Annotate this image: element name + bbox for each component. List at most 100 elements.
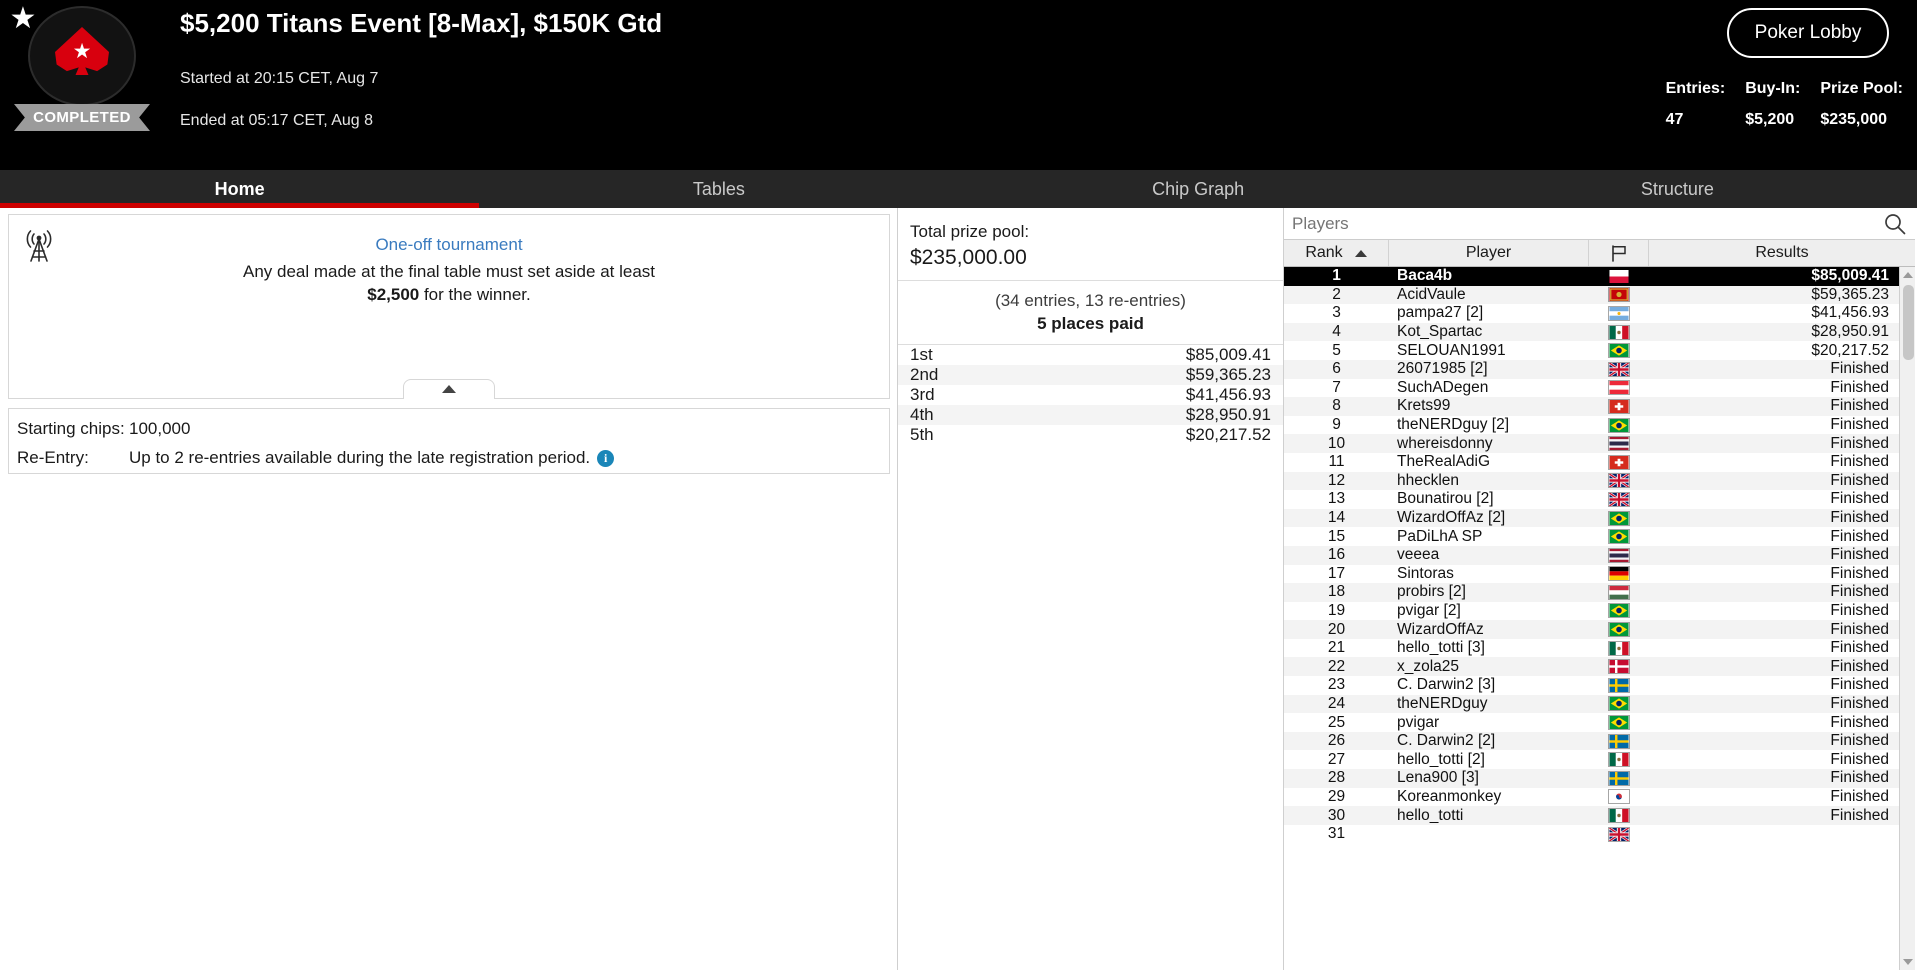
page-title: $5,200 Titans Event [8-Max], $150K Gtd [180, 8, 662, 39]
flag-ar-icon [1608, 306, 1630, 321]
tab-tables[interactable]: Tables [479, 170, 958, 208]
table-row[interactable]: 17SintorasFinished [1284, 565, 1899, 584]
scrollbar-thumb[interactable] [1903, 285, 1914, 360]
tab-structure[interactable]: Structure [1438, 170, 1917, 208]
payout-amount: $85,009.41 [1186, 345, 1271, 365]
column-header-results[interactable]: Results [1649, 240, 1915, 266]
table-row[interactable]: 18probirs [2]Finished [1284, 583, 1899, 602]
flag-br-icon [1608, 696, 1630, 711]
table-row[interactable]: 4Kot_Spartac$28,950.91 [1284, 323, 1899, 342]
cell-player-name: hhecklen [1389, 472, 1589, 490]
cell-player-name: PaDiLhA SP [1389, 528, 1589, 546]
starting-chips-label: Starting chips: [17, 419, 129, 439]
cell-country [1589, 696, 1649, 711]
reentry-value: Up to 2 re-entries available during the … [129, 448, 590, 468]
cell-country [1589, 418, 1649, 433]
table-row[interactable]: 20WizardOffAzFinished [1284, 620, 1899, 639]
cell-player-name: whereisdonny [1389, 435, 1589, 453]
table-row[interactable]: 626071985 [2]Finished [1284, 360, 1899, 379]
cell-result: Finished [1649, 769, 1899, 787]
cell-country [1589, 771, 1649, 786]
table-row[interactable]: 19pvigar [2]Finished [1284, 602, 1899, 621]
table-row[interactable]: 25pvigarFinished [1284, 713, 1899, 732]
cell-rank: 29 [1284, 788, 1389, 806]
flag-mx-icon [1608, 325, 1630, 340]
column-header-player[interactable]: Player [1389, 240, 1589, 266]
search-icon[interactable] [1883, 212, 1907, 236]
table-row[interactable]: 29KoreanmonkeyFinished [1284, 788, 1899, 807]
cell-result: Finished [1649, 732, 1899, 750]
flag-hu-icon [1608, 585, 1630, 600]
table-row[interactable]: 27hello_totti [2]Finished [1284, 750, 1899, 769]
column-header-rank-label: Rank [1305, 244, 1342, 262]
tournament-details-card: Starting chips: 100,000 Re-Entry: Up to … [8, 408, 890, 474]
table-row[interactable]: 24theNERDguyFinished [1284, 695, 1899, 714]
cell-rank: 9 [1284, 416, 1389, 434]
tab-home[interactable]: Home [0, 170, 479, 208]
table-row[interactable]: 11TheRealAdiGFinished [1284, 453, 1899, 472]
players-table-header: Rank Player Results [1284, 240, 1915, 267]
cell-rank: 24 [1284, 695, 1389, 713]
cell-result: Finished [1649, 416, 1899, 434]
cell-country [1589, 455, 1649, 470]
scrollbar-up-button[interactable] [1900, 267, 1916, 283]
table-row[interactable]: 7SuchADegenFinished [1284, 379, 1899, 398]
cell-result: Finished [1649, 490, 1899, 508]
cell-country [1589, 585, 1649, 600]
flag-gb-icon [1608, 362, 1630, 377]
table-row[interactable]: 1Baca4b$85,009.41 [1284, 267, 1899, 286]
table-row[interactable]: 12hhecklenFinished [1284, 472, 1899, 491]
table-row[interactable]: 30hello_tottiFinished [1284, 806, 1899, 825]
payout-place: 5th [910, 425, 934, 445]
table-row[interactable]: 22x_zola25Finished [1284, 657, 1899, 676]
cell-player-name: probirs [2] [1389, 583, 1589, 601]
players-scrollbar[interactable] [1899, 267, 1915, 970]
table-row[interactable]: 10whereisdonnyFinished [1284, 434, 1899, 453]
cell-result: Finished [1649, 360, 1899, 378]
cell-rank: 20 [1284, 621, 1389, 639]
cell-country [1589, 529, 1649, 544]
table-row[interactable]: 15PaDiLhA SPFinished [1284, 527, 1899, 546]
table-row[interactable]: 21hello_totti [3]Finished [1284, 639, 1899, 658]
notice-body-line1: Any deal made at the final table must se… [243, 262, 655, 281]
scrollbar-down-button[interactable] [1900, 954, 1916, 970]
table-row[interactable]: 16veeeaFinished [1284, 546, 1899, 565]
table-row[interactable]: 2AcidVaule$59,365.23 [1284, 286, 1899, 305]
cell-country [1589, 678, 1649, 693]
cell-country [1589, 269, 1649, 284]
poker-lobby-button[interactable]: Poker Lobby [1727, 8, 1889, 58]
column-header-country[interactable] [1589, 240, 1649, 266]
table-row[interactable]: 26C. Darwin2 [2]Finished [1284, 732, 1899, 751]
cell-country [1589, 306, 1649, 321]
cell-country [1589, 622, 1649, 637]
cell-player-name: hello_totti [2] [1389, 751, 1589, 769]
table-row[interactable]: 9theNERDguy [2]Finished [1284, 416, 1899, 435]
cell-rank: 1 [1284, 267, 1389, 285]
cell-result: Finished [1649, 472, 1899, 490]
table-row[interactable]: 14WizardOffAz [2]Finished [1284, 509, 1899, 528]
table-row[interactable]: 3pampa27 [2]$41,456.93 [1284, 304, 1899, 323]
collapse-notice-button[interactable] [403, 379, 495, 399]
table-row[interactable]: 23C. Darwin2 [3]Finished [1284, 676, 1899, 695]
column-header-rank[interactable]: Rank [1284, 240, 1389, 266]
flag-gb-icon [1608, 492, 1630, 507]
search-input[interactable] [1292, 214, 1883, 234]
table-row[interactable]: 13Bounatirou [2]Finished [1284, 490, 1899, 509]
info-icon[interactable]: i [597, 450, 614, 467]
cell-player-name: C. Darwin2 [3] [1389, 676, 1589, 694]
cell-rank: 28 [1284, 769, 1389, 787]
table-row[interactable]: 31 [1284, 825, 1899, 844]
cell-result: Finished [1649, 509, 1899, 527]
table-row[interactable]: 28Lena900 [3]Finished [1284, 769, 1899, 788]
players-rows-viewport[interactable]: 1Baca4b$85,009.412AcidVaule$59,365.233pa… [1284, 267, 1915, 970]
stat-prizepool-label: Prize Pool: [1820, 80, 1903, 98]
cell-rank: 22 [1284, 658, 1389, 676]
flag-gb-icon [1608, 473, 1630, 488]
table-row[interactable]: 8Krets99Finished [1284, 397, 1899, 416]
tab-chip-graph[interactable]: Chip Graph [959, 170, 1438, 208]
column-header-results-label: Results [1755, 244, 1808, 262]
chevron-up-icon [442, 385, 456, 393]
table-row[interactable]: 5SELOUAN1991$20,217.52 [1284, 341, 1899, 360]
cell-country [1589, 641, 1649, 656]
players-search-bar [1284, 208, 1915, 240]
